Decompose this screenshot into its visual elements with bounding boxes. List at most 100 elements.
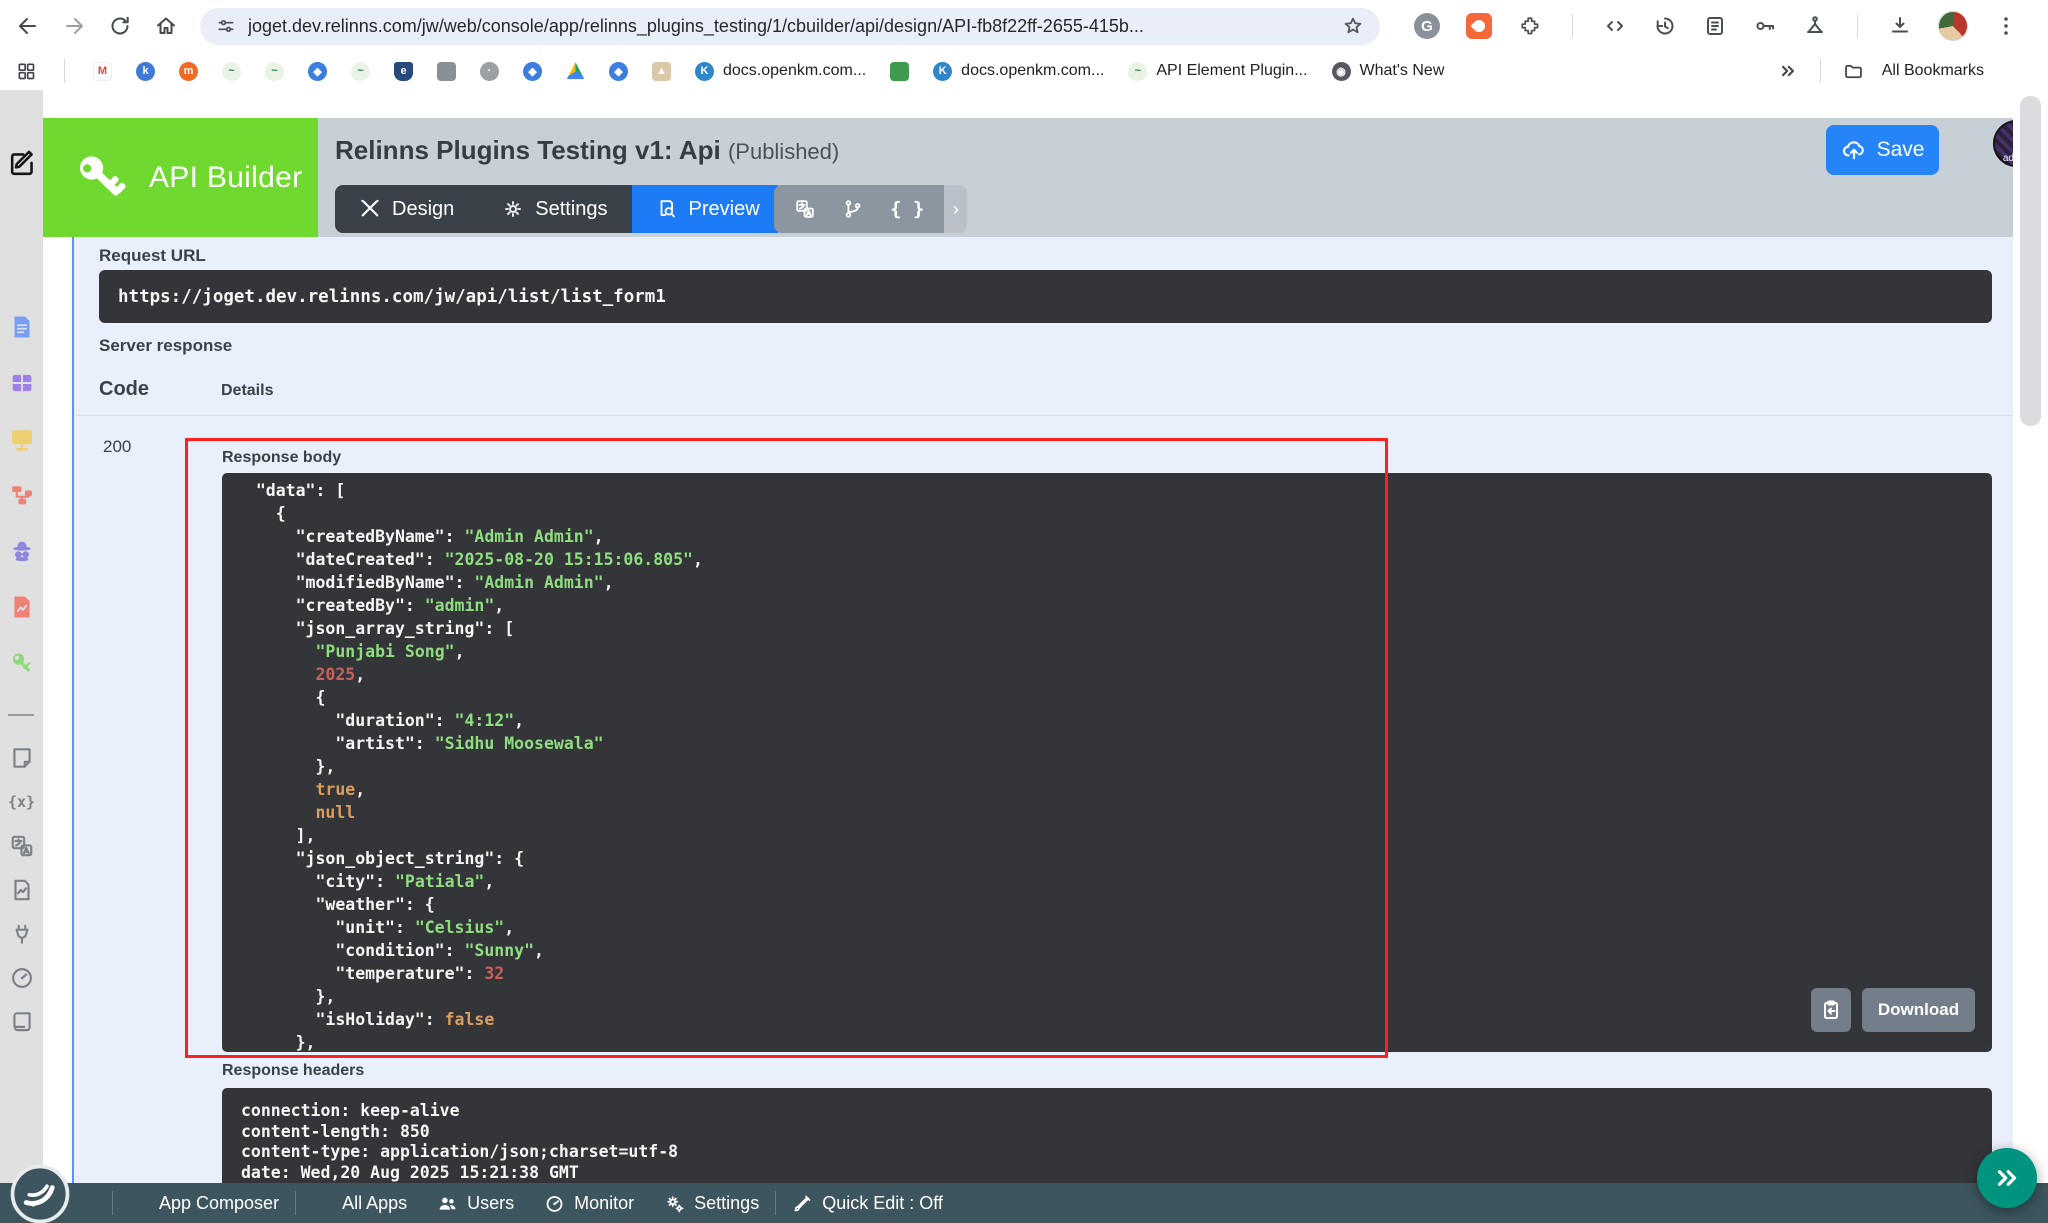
panel-border xyxy=(72,237,74,1183)
bookmark-label: docs.openkm.com... xyxy=(723,62,866,80)
bookmark-item[interactable] xyxy=(437,62,456,81)
save-label: Save xyxy=(1877,138,1925,162)
bookmark-item[interactable]: ◆ xyxy=(308,62,327,81)
footer-item-monitor[interactable]: Monitor xyxy=(544,1193,634,1214)
chevron-right-icon[interactable]: › xyxy=(944,185,967,233)
response-headers-code[interactable]: connection: keep-alivecontent-length: 85… xyxy=(222,1088,1992,1183)
address-bar[interactable]: joget.dev.relinns.com/jw/web/console/app… xyxy=(200,8,1380,45)
benchmark-icon[interactable] xyxy=(1803,14,1827,38)
scrollbar-thumb[interactable] xyxy=(2020,96,2041,426)
orange-extension-icon[interactable] xyxy=(1466,13,1492,39)
code-line: "temperature": 32 xyxy=(236,962,1992,985)
back-icon[interactable] xyxy=(16,14,40,38)
translate-icon[interactable] xyxy=(9,833,35,859)
grammarly-icon[interactable]: G xyxy=(1414,13,1440,39)
all-bookmarks-label[interactable]: All Bookmarks xyxy=(1882,62,1984,80)
agent-builder-icon[interactable] xyxy=(8,537,36,565)
footer-item-app-composer[interactable]: App Composer xyxy=(129,1193,279,1214)
downloads-icon[interactable] xyxy=(1888,14,1912,38)
bookmark-item[interactable]: ◉What's New xyxy=(1332,62,1445,81)
report-builder-icon[interactable] xyxy=(8,593,36,621)
history-icon[interactable] xyxy=(1653,14,1677,38)
response-body-code[interactable]: "data": [ { "createdByName": "Admin Admi… xyxy=(222,473,1992,1052)
all-bookmarks-folder-icon[interactable] xyxy=(1843,61,1864,82)
footer-item-settings[interactable]: Settings xyxy=(664,1193,759,1214)
variable-icon[interactable]: {x} xyxy=(8,789,35,815)
response-body-label: Response body xyxy=(222,449,341,467)
translate-icon[interactable] xyxy=(794,198,816,220)
profile-avatar[interactable] xyxy=(1938,11,1968,41)
bookmark-item[interactable]: M xyxy=(93,62,112,81)
edit-icon[interactable] xyxy=(7,148,38,179)
download-button[interactable]: Download xyxy=(1862,988,1975,1032)
userview-builder-icon[interactable] xyxy=(8,425,36,453)
openkm-icon: K xyxy=(695,62,714,81)
bookmark-item[interactable]: ◆ xyxy=(523,62,542,81)
passwords-key-icon[interactable] xyxy=(1753,14,1777,38)
footer-item-all-apps[interactable]: All Apps xyxy=(312,1193,407,1214)
reload-icon[interactable] xyxy=(108,14,132,38)
datalist-builder-icon[interactable] xyxy=(8,369,36,397)
forward-icon[interactable] xyxy=(62,14,86,38)
save-button[interactable]: Save xyxy=(1826,125,1939,175)
bookmark-item[interactable]: Kdocs.openkm.com... xyxy=(933,62,1104,81)
header-line: date: Wed,20 Aug 2025 15:21:38 GMT xyxy=(241,1163,1992,1184)
code-line: "createdBy": "admin", xyxy=(236,594,1992,617)
bookmark-item[interactable] xyxy=(890,62,909,81)
tab-preview[interactable]: Preview xyxy=(632,185,784,233)
code-line: "json_array_string": [ xyxy=(236,617,1992,640)
request-url-label: Request URL xyxy=(99,246,206,266)
code-line: ], xyxy=(236,824,1992,847)
tune-icon[interactable] xyxy=(216,16,236,36)
bookmark-item[interactable]: ~ xyxy=(222,62,241,81)
bookmark-item[interactable]: e xyxy=(394,62,413,81)
admin-footer-bar: App Composer All Apps Users Monitor Settings… xyxy=(0,1183,2048,1223)
bookmark-item[interactable] xyxy=(566,62,585,81)
bookmarks-overflow-icon[interactable] xyxy=(1778,61,1798,81)
tab-settings[interactable]: Settings xyxy=(478,185,631,233)
branch-icon[interactable] xyxy=(842,198,864,220)
performance-icon[interactable] xyxy=(9,965,35,991)
joget-logo[interactable] xyxy=(8,1162,72,1223)
app-builder-banner: API Builder xyxy=(43,118,318,237)
plugin-icon[interactable] xyxy=(9,921,35,947)
note-icon[interactable] xyxy=(9,745,35,771)
reading-list-icon[interactable] xyxy=(1703,14,1727,38)
bookmark-item[interactable]: ~ xyxy=(351,62,370,81)
code-line: "Punjabi Song", xyxy=(236,640,1992,663)
all-apps-icon xyxy=(312,1193,333,1214)
menu-kebab-icon[interactable] xyxy=(1994,14,2018,38)
bookmark-item[interactable]: m xyxy=(179,62,198,81)
api-builder-icon[interactable] xyxy=(8,649,36,677)
divider xyxy=(775,1191,776,1215)
request-url-value[interactable]: https://joget.dev.relinns.com/jw/api/lis… xyxy=(99,270,1992,323)
report-icon[interactable] xyxy=(9,877,35,903)
code-panel-icon[interactable] xyxy=(1603,14,1627,38)
code-line: "unit": "Celsius", xyxy=(236,916,1992,939)
bookmark-item[interactable]: · xyxy=(480,62,499,81)
page-title: Relinns Plugins Testing v1: Api (Publish… xyxy=(335,135,839,166)
tab-design[interactable]: Design xyxy=(335,185,478,233)
extensions-puzzle-icon[interactable] xyxy=(1518,14,1542,38)
form-builder-icon[interactable] xyxy=(8,313,36,341)
bookmark-item[interactable]: k xyxy=(136,62,155,81)
tab-groups-icon[interactable] xyxy=(16,61,36,81)
bookmark-item[interactable]: ◆ xyxy=(609,62,628,81)
url-text[interactable]: joget.dev.relinns.com/jw/web/console/app… xyxy=(248,16,1330,37)
bookmark-star-icon[interactable] xyxy=(1342,15,1364,37)
bookmark-item[interactable]: ~ xyxy=(265,62,284,81)
footer-item-users[interactable]: Users xyxy=(437,1193,514,1214)
code-line: "data": [ xyxy=(236,479,1992,502)
bookmark-item[interactable]: ▲ xyxy=(652,62,671,81)
log-icon[interactable] xyxy=(9,1009,35,1035)
process-builder-icon[interactable] xyxy=(8,481,36,509)
footer-item-quick-edit-off[interactable]: Quick Edit : Off xyxy=(792,1193,943,1214)
code-line: }, xyxy=(236,985,1992,1008)
cloud-upload-icon xyxy=(1841,137,1867,163)
home-icon[interactable] xyxy=(154,14,178,38)
expand-button[interactable] xyxy=(1977,1148,2037,1208)
copy-button[interactable] xyxy=(1811,988,1851,1032)
bookmark-item[interactable]: ~API Element Plugin... xyxy=(1128,62,1307,81)
braces-icon[interactable]: { } xyxy=(890,198,924,220)
bookmark-item[interactable]: Kdocs.openkm.com... xyxy=(695,62,866,81)
